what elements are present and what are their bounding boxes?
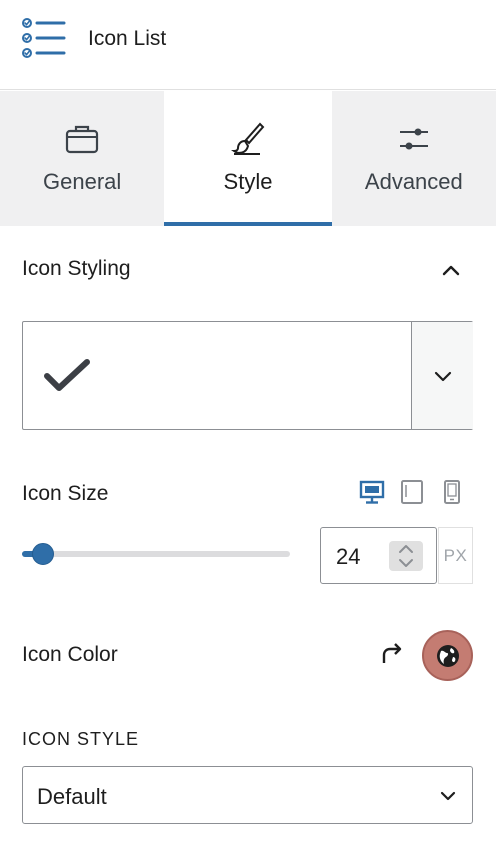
icon-color-swatch[interactable] [422,630,473,681]
section-title-icon-styling: Icon Styling [22,257,131,280]
tab-general[interactable]: General [0,91,164,226]
tab-advanced-label: Advanced [364,169,463,194]
slider-thumb[interactable] [32,543,54,565]
tab-general-label: General [43,169,122,194]
icon-picker-dropdown-button[interactable] [411,322,473,429]
panel-title: Icon List [88,27,167,50]
checkmark-icon [44,359,90,391]
chevron-down-icon [440,791,456,801]
icon-picker[interactable] [22,321,473,430]
reset-icon[interactable] [378,641,406,669]
mobile-icon[interactable] [438,478,466,506]
number-spinner[interactable] [389,541,423,571]
spinner-arrows-icon [399,545,413,567]
panel-tabs: General Style Advanced [0,91,496,226]
briefcase-icon [66,125,99,154]
globe-icon [437,645,459,667]
tab-style-label: Style [223,169,273,194]
tab-advanced[interactable]: Advanced [332,91,496,226]
list-check-icon [22,18,66,58]
icon-size-value[interactable]: 24 [336,544,360,570]
tablet-icon[interactable] [398,478,426,506]
icon-size-input[interactable]: 24 [320,527,437,584]
icon-style-select[interactable]: Default [22,766,473,824]
chevron-down-icon [434,371,452,382]
brush-icon [230,122,265,155]
slider-track [22,551,290,557]
tab-style[interactable]: Style [164,91,333,226]
chevron-up-icon[interactable] [436,255,466,285]
icon-size-label: Icon Size [22,482,109,505]
sliders-icon [399,128,428,150]
icon-style-label: ICON STYLE [22,729,140,749]
icon-style-value: Default [37,784,107,809]
unit-selector[interactable]: PX [438,527,473,584]
icon-color-label: Icon Color [22,643,118,666]
panel-header: Icon List [0,0,496,90]
desktop-icon[interactable] [358,478,386,506]
icon-size-slider[interactable] [22,540,292,568]
